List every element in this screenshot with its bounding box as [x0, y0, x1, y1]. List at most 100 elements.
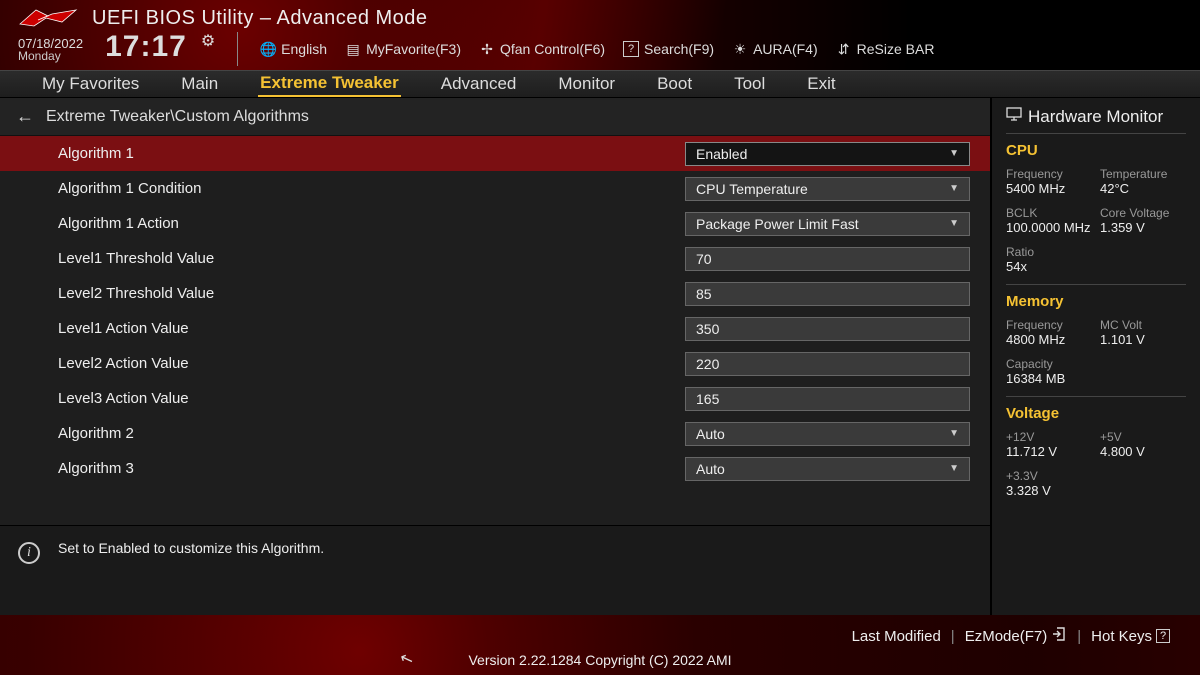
hw-cpu-heading: CPU [1006, 142, 1186, 159]
breadcrumb: ← Extreme Tweaker\Custom Algorithms [0, 98, 990, 136]
setting-row[interactable]: Algorithm 1 ActionPackage Power Limit Fa… [0, 206, 990, 241]
search-label: Search(F9) [644, 41, 714, 57]
hw-voltage-heading: Voltage [1006, 405, 1186, 422]
mem-freq-label: Frequency [1006, 318, 1092, 332]
myfavorite-label: MyFavorite(F3) [366, 41, 461, 57]
chevron-down-icon: ▼ [949, 428, 959, 439]
setting-row[interactable]: Level1 Threshold Value70 [0, 241, 990, 276]
setting-label: Algorithm 1 Condition [58, 180, 685, 197]
footer: Last Modified | EzMode(F7) | Hot Keys ? … [0, 615, 1200, 675]
app-title: UEFI BIOS Utility – Advanced Mode [92, 7, 428, 30]
gear-icon[interactable]: ⚙ [201, 31, 215, 51]
resizebar-label: ReSize BAR [857, 41, 935, 57]
search-button[interactable]: ? Search(F9) [623, 41, 714, 57]
hw-memory-section: Memory Frequency4800 MHz MC Volt1.101 V … [1006, 284, 1186, 396]
setting-row[interactable]: Algorithm 3 Auto ▼ [0, 451, 990, 486]
setting-input[interactable]: 220 [685, 352, 970, 376]
last-modified-button[interactable]: Last Modified [852, 628, 941, 645]
separator: | [1077, 628, 1081, 645]
language-label: English [281, 41, 327, 57]
setting-dropdown[interactable]: Package Power Limit Fast▼ [685, 212, 970, 236]
info-icon: i [18, 542, 40, 564]
setting-label: Level3 Action Value [58, 390, 685, 407]
tab-tool[interactable]: Tool [732, 72, 767, 96]
setting-dropdown[interactable]: Auto ▼ [685, 422, 970, 446]
cpu-temp-label: Temperature [1100, 167, 1186, 181]
tab-advanced[interactable]: Advanced [439, 72, 519, 96]
setting-label: Algorithm 1 [58, 145, 685, 162]
resizebar-button[interactable]: ⇵ ReSize BAR [836, 41, 935, 57]
setting-row[interactable]: Level2 Threshold Value85 [0, 276, 990, 311]
mem-capacity-label: Capacity [1006, 357, 1092, 371]
setting-label: Algorithm 2 [58, 425, 685, 442]
cpu-bclk-label: BCLK [1006, 206, 1092, 220]
volt-3v3-value: 3.328 V [1006, 483, 1092, 498]
cpu-freq-value: 5400 MHz [1006, 181, 1092, 196]
breadcrumb-text: Extreme Tweaker\Custom Algorithms [46, 108, 309, 126]
date-text: 07/18/2022 [18, 37, 83, 50]
setting-row[interactable]: Level2 Action Value220 [0, 346, 990, 381]
tab-exit[interactable]: Exit [805, 72, 837, 96]
clock-time: 17:17 [105, 30, 187, 64]
ezmode-button[interactable]: EzMode(F7) [965, 626, 1068, 646]
rog-logo-icon [18, 6, 78, 30]
setting-row[interactable]: Algorithm 1Enabled▼ [0, 136, 990, 171]
separator [237, 32, 238, 66]
aura-label: AURA(F4) [753, 41, 818, 57]
setting-label: Algorithm 3 [58, 460, 685, 477]
sun-icon: ☀ [732, 41, 748, 57]
tab-my-favorites[interactable]: My Favorites [40, 72, 141, 96]
setting-value: 70 [696, 251, 712, 267]
setting-input[interactable]: 350 [685, 317, 970, 341]
setting-input[interactable]: 70 [685, 247, 970, 271]
language-button[interactable]: 🌐 English [260, 41, 327, 57]
mem-capacity-value: 16384 MB [1006, 371, 1092, 386]
setting-value: 220 [696, 356, 719, 372]
mem-mcvolt-value: 1.101 V [1100, 332, 1186, 347]
setting-input[interactable]: 165 [685, 387, 970, 411]
tab-monitor[interactable]: Monitor [556, 72, 617, 96]
cpu-temp-value: 42°C [1100, 181, 1186, 196]
volt-5v-label: +5V [1100, 430, 1186, 444]
date-block: 07/18/2022 Monday [18, 37, 83, 62]
monitor-icon [1006, 106, 1022, 127]
cpu-bclk-value: 100.0000 MHz [1006, 220, 1092, 235]
hw-voltage-section: Voltage +12V11.712 V +5V4.800 V +3.3V3.3… [1006, 396, 1186, 508]
setting-value: 350 [696, 321, 719, 337]
tab-boot[interactable]: Boot [655, 72, 694, 96]
setting-value: Auto [696, 461, 725, 477]
globe-icon: 🌐 [260, 41, 276, 57]
setting-input[interactable]: 85 [685, 282, 970, 306]
myfavorite-button[interactable]: ▤ MyFavorite(F3) [345, 41, 461, 57]
tab-main[interactable]: Main [179, 72, 220, 96]
hardware-monitor-panel: Hardware Monitor CPU Frequency5400 MHz T… [990, 98, 1200, 615]
aura-button[interactable]: ☀ AURA(F4) [732, 41, 818, 57]
setting-row[interactable]: Level3 Action Value 165 [0, 381, 990, 416]
day-text: Monday [18, 50, 83, 62]
back-arrow-icon[interactable]: ← [16, 106, 34, 127]
mem-freq-value: 4800 MHz [1006, 332, 1092, 347]
help-text: Set to Enabled to customize this Algorit… [58, 540, 324, 556]
question-icon: ? [623, 41, 639, 57]
setting-dropdown[interactable]: Enabled▼ [685, 142, 970, 166]
hotkeys-button[interactable]: Hot Keys ? [1091, 628, 1170, 645]
qfan-button[interactable]: ✢Qfan Control(F6) [479, 41, 605, 57]
setting-value: Auto [696, 426, 725, 442]
bar-icon: ⇵ [836, 41, 852, 57]
cpu-freq-label: Frequency [1006, 167, 1092, 181]
volt-5v-value: 4.800 V [1100, 444, 1186, 459]
chevron-down-icon: ▼ [949, 463, 959, 474]
hw-memory-heading: Memory [1006, 293, 1186, 310]
settings-list: Algorithm 1Enabled▼Algorithm 1 Condition… [0, 136, 990, 525]
setting-dropdown[interactable]: CPU Temperature▼ [685, 177, 970, 201]
volt-3v3-label: +3.3V [1006, 469, 1092, 483]
list-icon: ▤ [345, 41, 361, 57]
setting-row[interactable]: Algorithm 2 Auto ▼ [0, 416, 990, 451]
help-panel: i Set to Enabled to customize this Algor… [0, 525, 990, 615]
cpu-ratio-value: 54x [1006, 259, 1092, 274]
tab-extreme-tweaker[interactable]: Extreme Tweaker [258, 71, 401, 97]
setting-dropdown[interactable]: Auto ▼ [685, 457, 970, 481]
setting-value: 165 [696, 391, 719, 407]
setting-row[interactable]: Algorithm 1 ConditionCPU Temperature▼ [0, 171, 990, 206]
setting-row[interactable]: Level1 Action Value350 [0, 311, 990, 346]
